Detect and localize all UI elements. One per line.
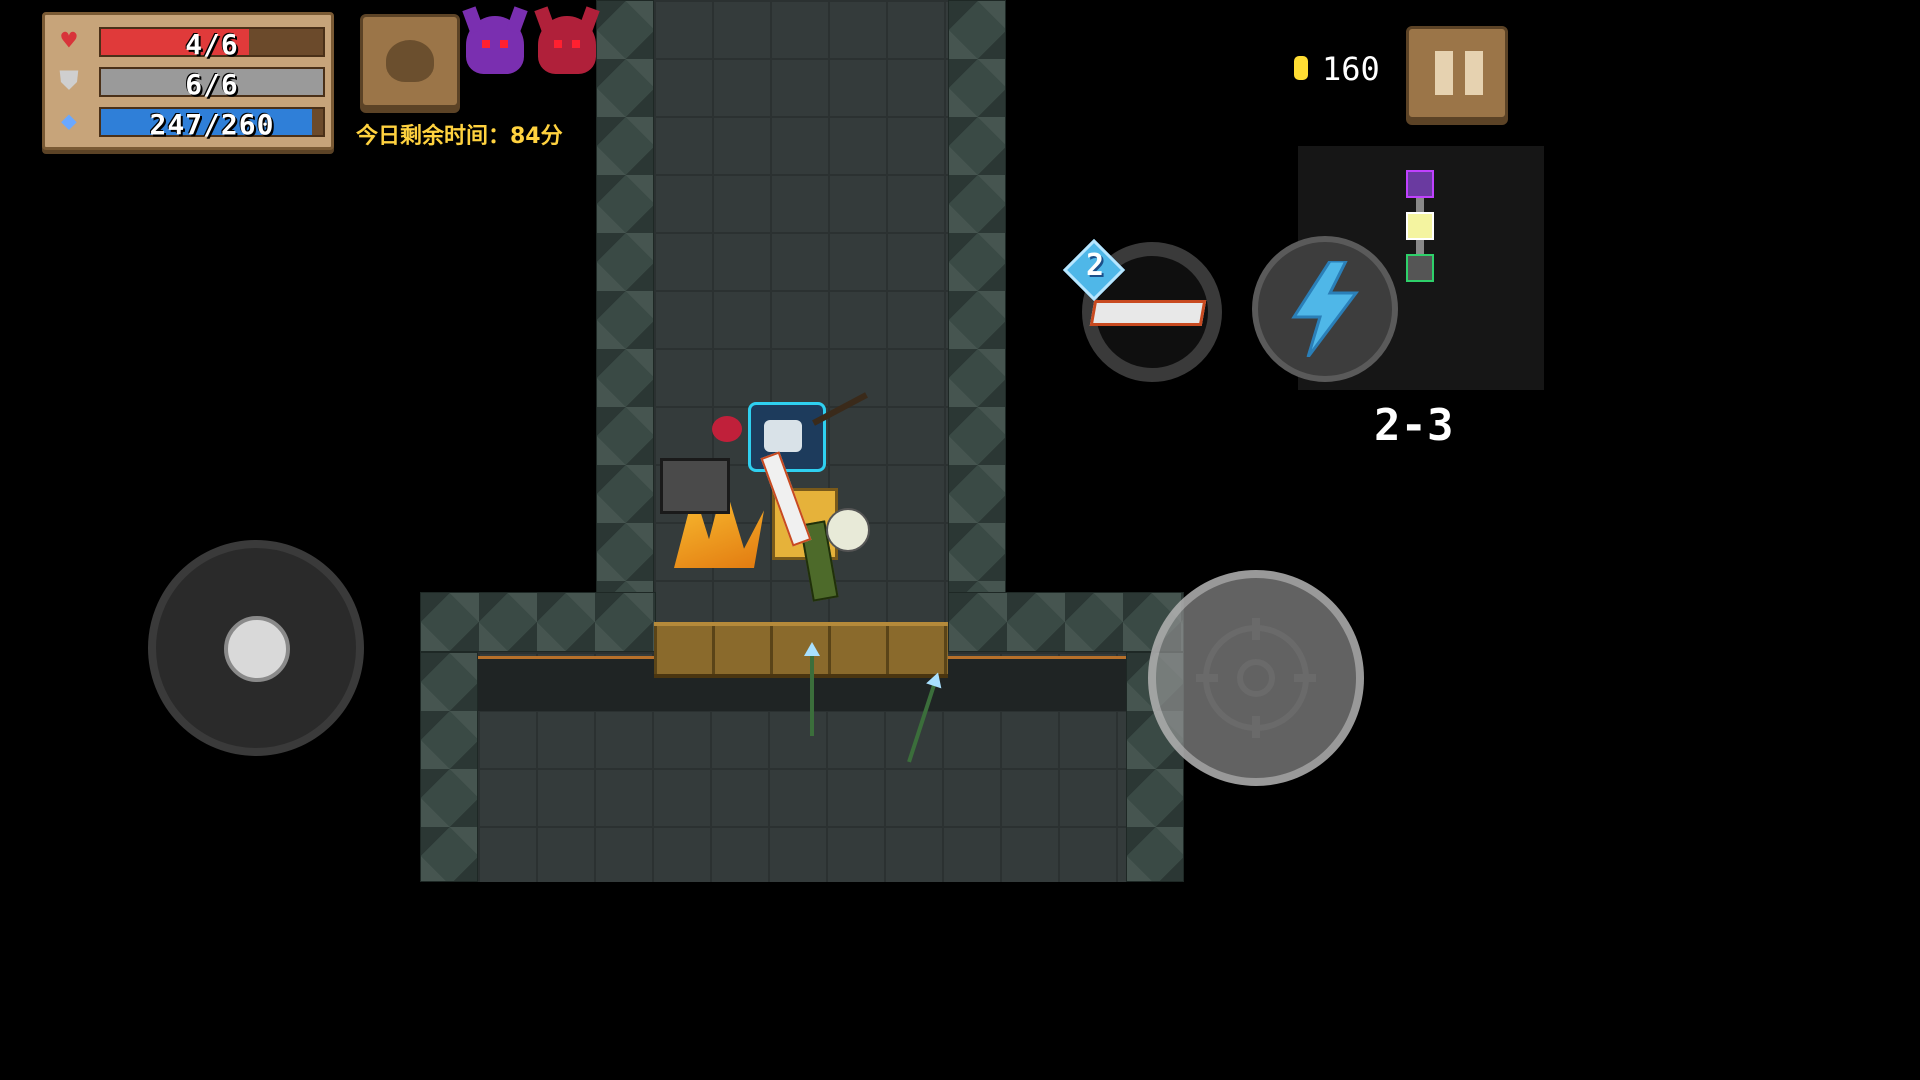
arrow-projectile — [804, 642, 820, 736]
red-demon-helmet-icon — [538, 16, 596, 74]
start-room-icon — [1406, 254, 1434, 282]
corridor-right-wall — [948, 0, 1006, 594]
room-door — [654, 622, 948, 678]
room-top-wall-left — [420, 592, 656, 652]
player-face — [764, 420, 802, 452]
energy-row: ◆ 247/260 — [53, 105, 325, 141]
energy-text: 247/260 — [149, 108, 275, 141]
pause-icon-right — [1465, 51, 1483, 95]
room-top-wall-right — [948, 592, 1184, 652]
purple-demon-helmet-icon — [466, 16, 524, 74]
health-bar: 4/6 — [99, 27, 325, 61]
backpack — [660, 458, 730, 514]
pause-button[interactable] — [1406, 26, 1508, 120]
crosshair-icon — [1196, 618, 1316, 738]
weapon-icon — [1089, 300, 1207, 326]
pause-icon-left — [1435, 51, 1453, 95]
skill-button[interactable] — [1252, 236, 1398, 382]
armor-bar: 6/6 — [99, 67, 325, 101]
minimap-corridor — [1416, 198, 1424, 212]
red-item — [712, 416, 742, 442]
armor-text: 6/6 — [185, 68, 239, 101]
armor-row: ⛊ 6/6 — [53, 65, 325, 101]
health-text: 4/6 — [185, 28, 239, 61]
corridor-left-wall — [596, 0, 654, 594]
event-room-icon — [1406, 212, 1434, 240]
heart-icon: ♥ — [61, 26, 77, 56]
pet-face-icon — [386, 40, 434, 82]
joystick-knob[interactable] — [224, 616, 290, 682]
level-indicator: 2-3 — [1374, 400, 1454, 451]
energy-crystal-icon: ◆ — [61, 106, 77, 136]
weapon-energy-cost: 2 — [1085, 248, 1105, 283]
coin-icon — [1294, 56, 1308, 80]
fire-button[interactable] — [1148, 570, 1364, 786]
energy-bar: 247/260 — [99, 107, 325, 141]
health-row: ♥ 4/6 — [53, 25, 325, 61]
lightning-icon — [1291, 261, 1359, 357]
coin-count: 160 — [1322, 50, 1380, 88]
pet-button[interactable] — [360, 14, 460, 108]
status-panel: ♥ 4/6 ⛊ 6/6 ◆ 247/260 — [42, 12, 334, 150]
time-left-text: 今日剩余时间：84分 — [356, 124, 563, 149]
room-left-wall — [420, 652, 478, 882]
player-character — [660, 392, 870, 602]
boss-room-icon — [1406, 170, 1434, 198]
pet-companion — [826, 508, 870, 552]
shield-icon: ⛊ — [59, 66, 79, 96]
minimap-corridor — [1416, 240, 1424, 254]
